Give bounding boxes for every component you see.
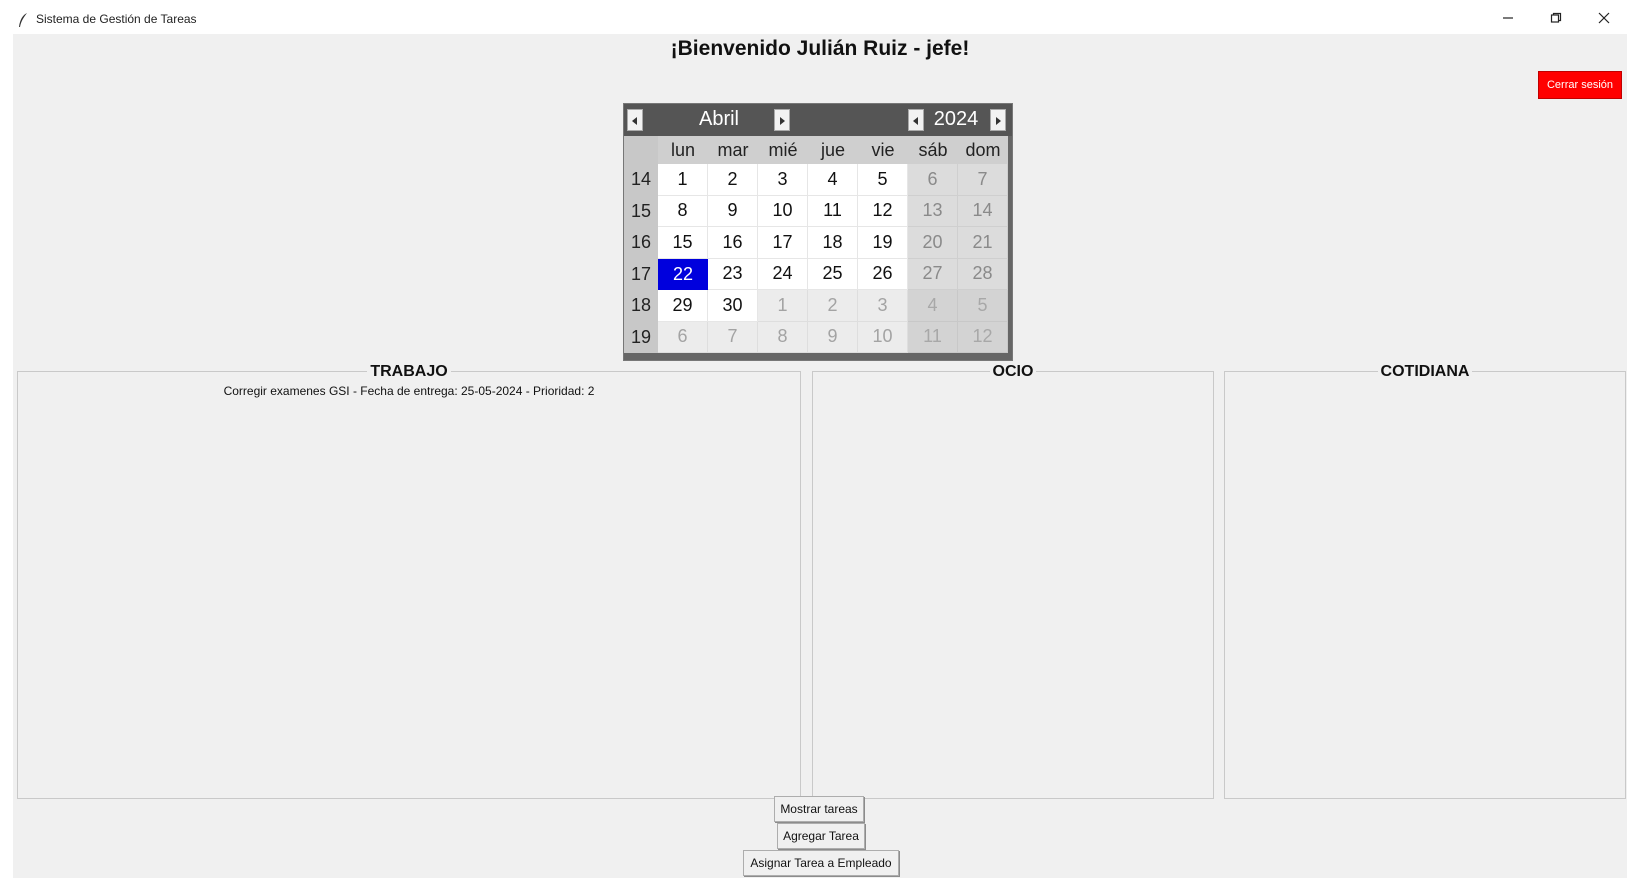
calendar-day[interactable]: 12 [858,195,908,227]
calendar-day[interactable]: 5 [858,164,908,196]
week-number: 17 [624,258,658,290]
weekday-header: mié [758,136,808,164]
logout-button[interactable]: Cerrar sesión [1538,71,1622,99]
weekday-header: lun [658,136,708,164]
restore-icon [1550,12,1562,23]
calendar-day[interactable]: 6 [658,321,708,353]
calendar-day[interactable]: 16 [708,227,758,259]
weekday-header: sáb [908,136,958,164]
calendar-day[interactable]: 8 [658,195,708,227]
calendar-day-selected[interactable]: 22 [658,258,708,290]
calendar-day[interactable]: 3 [858,290,908,322]
week-number: 16 [624,227,658,259]
week-number: 19 [624,321,658,353]
task-item[interactable]: Corregir examenes GSI - Fecha de entrega… [18,384,800,398]
next-year-button[interactable] [990,109,1006,131]
calendar-day[interactable]: 2 [808,290,858,322]
week-number: 14 [624,164,658,196]
calendar-day[interactable]: 5 [958,290,1008,322]
calendar-day[interactable]: 8 [758,321,808,353]
calendar-day[interactable]: 27 [908,258,958,290]
calendar-day[interactable]: 10 [758,195,808,227]
calendar-day[interactable]: 6 [908,164,958,196]
add-task-button[interactable]: Agregar Tarea [777,823,865,849]
calendar-day[interactable]: 9 [808,321,858,353]
calendar-day[interactable]: 28 [958,258,1008,290]
assign-task-button[interactable]: Asignar Tarea a Empleado [743,850,899,876]
calendar-day[interactable]: 1 [658,164,708,196]
minimize-icon [1503,17,1513,19]
show-tasks-button[interactable]: Mostrar tareas [774,796,864,822]
calendar-day[interactable]: 1 [758,290,808,322]
group-title-cotidiana: COTIDIANA [1377,363,1473,380]
group-cotidiana: COTIDIANA [1224,363,1626,799]
calendar-day[interactable]: 12 [958,321,1008,353]
calendar-day[interactable]: 2 [708,164,758,196]
calendar-day[interactable]: 13 [908,195,958,227]
calendar-day[interactable]: 3 [758,164,808,196]
year-label: 2024 [933,108,979,130]
calendar-day[interactable]: 4 [908,290,958,322]
calendar-day[interactable]: 23 [708,258,758,290]
window-title: Sistema de Gestión de Tareas [36,12,197,26]
close-button[interactable] [1584,6,1624,30]
calendar-day[interactable]: 25 [808,258,858,290]
close-icon [1598,12,1610,24]
calendar-grid: lun mar mié jue vie sáb dom 14 1 2 3 4 5 6 7 15 8 9 10 11 12… [624,136,1008,353]
main-window: ¡Bienvenido Julián Ruiz - jefe! Cerrar s… [13,34,1627,878]
calendar-corner [624,136,658,164]
calendar-day[interactable]: 7 [708,321,758,353]
group-trabajo: TRABAJO Corregir examenes GSI - Fecha de… [17,363,801,799]
minimize-button[interactable] [1488,6,1528,30]
weekday-header: vie [858,136,908,164]
calendar-day[interactable]: 18 [808,227,858,259]
week-number: 18 [624,290,658,322]
calendar-day[interactable]: 10 [858,321,908,353]
calendar-day[interactable]: 11 [908,321,958,353]
calendar-day[interactable]: 7 [958,164,1008,196]
next-month-button[interactable] [774,109,790,131]
group-ocio: OCIO [812,363,1214,799]
calendar-day[interactable]: 4 [808,164,858,196]
week-number: 15 [624,195,658,227]
calendar-day[interactable]: 14 [958,195,1008,227]
calendar: Abril 2024 lun mar mié jue vie sáb dom 14 1 2 3 4 5 6… [623,103,1013,361]
weekday-header: jue [808,136,858,164]
welcome-heading: ¡Bienvenido Julián Ruiz - jefe! [670,37,970,60]
month-label: Abril [698,108,739,130]
calendar-day[interactable]: 21 [958,227,1008,259]
calendar-day[interactable]: 19 [858,227,908,259]
calendar-day[interactable]: 9 [708,195,758,227]
weekday-header: dom [958,136,1008,164]
calendar-header: Abril 2024 [624,104,1012,136]
calendar-day[interactable]: 24 [758,258,808,290]
calendar-day[interactable]: 26 [858,258,908,290]
prev-year-button[interactable] [908,109,924,131]
calendar-day[interactable]: 29 [658,290,708,322]
maximize-button[interactable] [1536,6,1576,30]
calendar-day[interactable]: 17 [758,227,808,259]
calendar-day[interactable]: 30 [708,290,758,322]
title-bar: Sistema de Gestión de Tareas [0,0,1638,34]
calendar-day[interactable]: 11 [808,195,858,227]
weekday-header: mar [708,136,758,164]
feather-icon [19,13,27,27]
calendar-day[interactable]: 20 [908,227,958,259]
group-title-trabajo: TRABAJO [367,363,451,380]
group-title-ocio: OCIO [989,363,1037,380]
prev-month-button[interactable] [627,109,643,131]
calendar-day[interactable]: 15 [658,227,708,259]
